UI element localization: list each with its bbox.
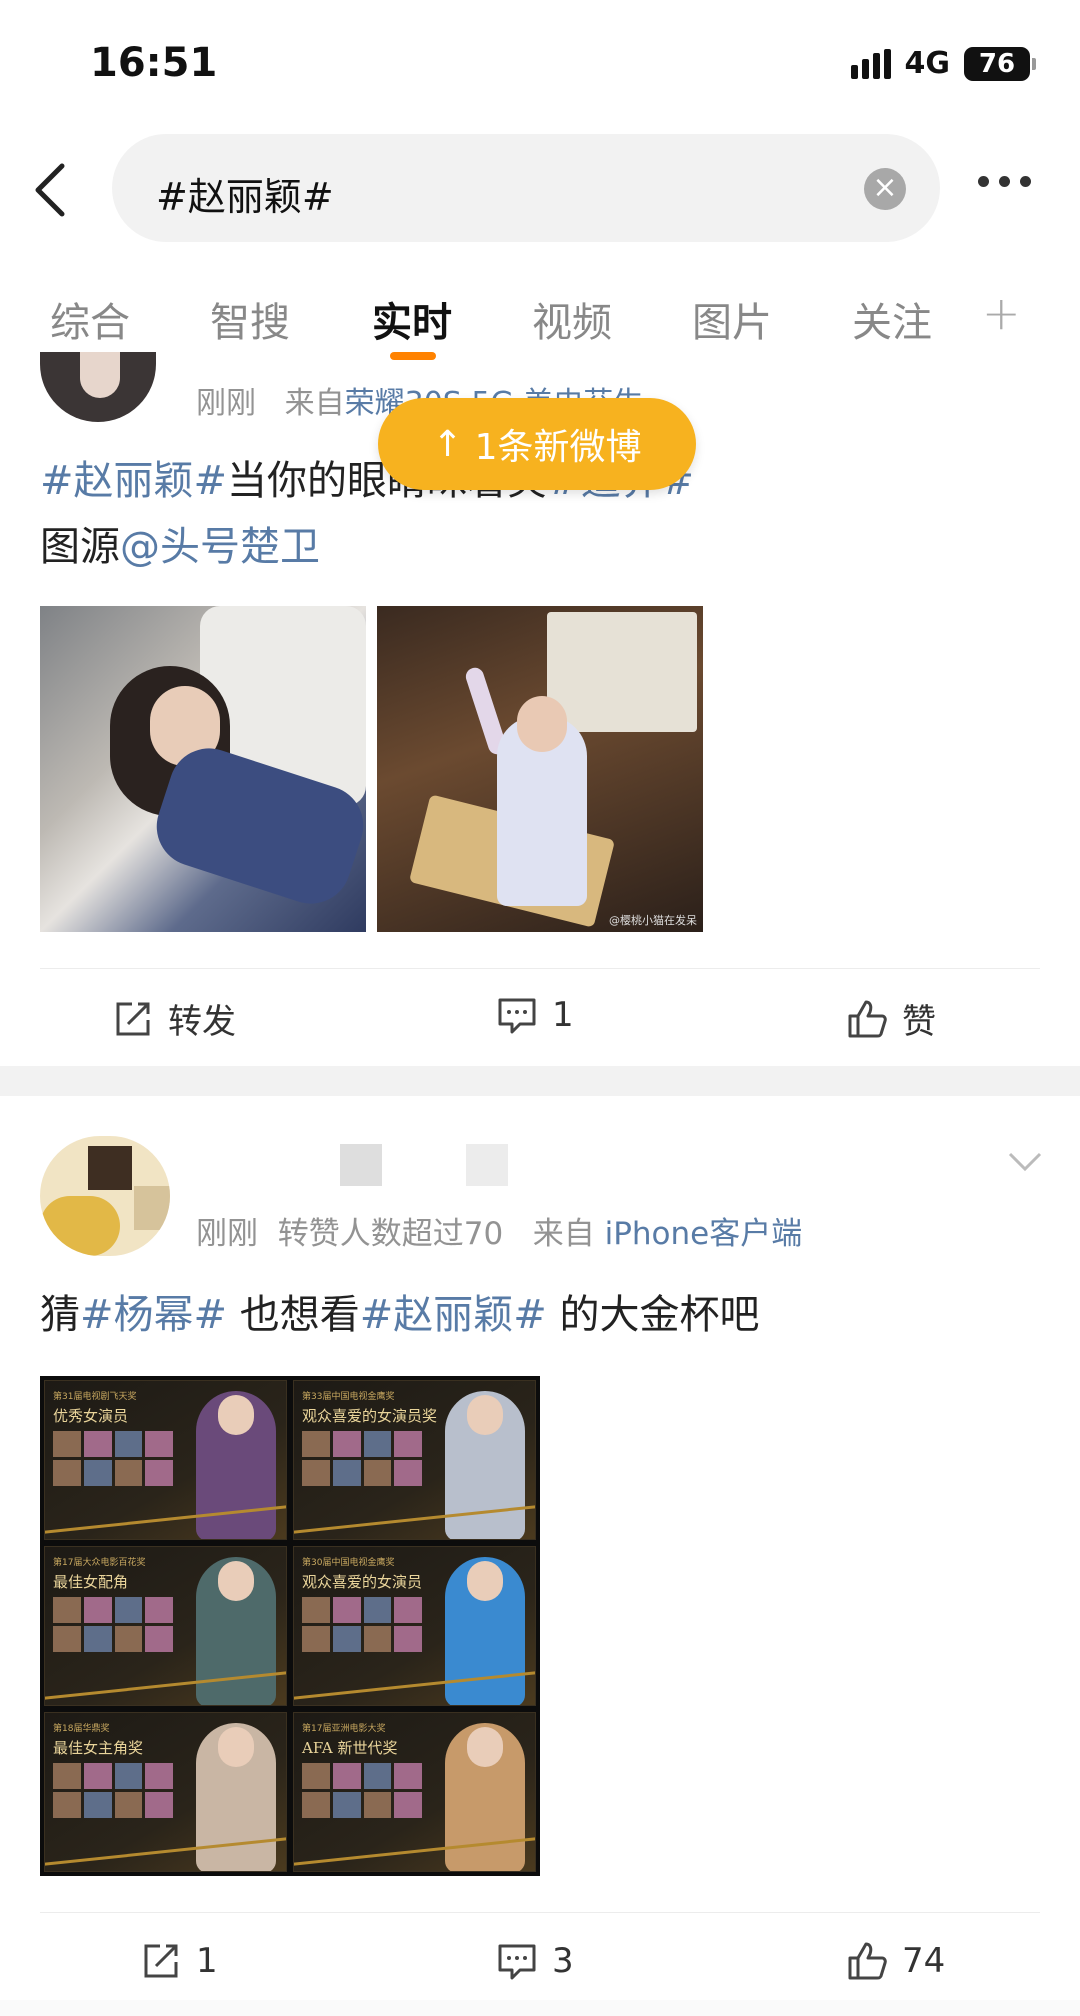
- chevron-down-icon[interactable]: [1008, 1152, 1042, 1172]
- source-prefix: 来自: [284, 386, 345, 421]
- status-time: 16:51: [90, 40, 218, 86]
- post-text-line2: 图源@头号楚卫: [40, 514, 320, 580]
- topic-link[interactable]: #杨幂#: [80, 1292, 227, 1338]
- post-image[interactable]: [40, 606, 366, 932]
- status-bar: 16:51 4G 76: [0, 0, 1080, 130]
- tab-bar: 综合 智搜 实时 视频 图片 关注 +: [0, 278, 1080, 360]
- like-button[interactable]: 赞: [846, 994, 936, 1043]
- award-name: 第17届大众电影百花奖: [53, 1558, 146, 1568]
- bottom-edge: [0, 2000, 1080, 2016]
- award-name: 第18届华鼎奖: [53, 1724, 110, 1734]
- divider: [40, 1912, 1040, 1913]
- post-body-text: 也想看: [227, 1292, 360, 1338]
- tab-images[interactable]: 图片: [692, 290, 772, 348]
- more-dot: [1020, 176, 1031, 187]
- award-panel: 第33届中国电视金鹰奖 观众喜爱的女演员奖: [293, 1380, 536, 1540]
- mention-link[interactable]: @头号楚卫: [120, 524, 320, 570]
- repost-icon: [144, 1944, 178, 1978]
- username-blurred: [466, 1144, 508, 1186]
- post-meta: 刚刚 转赞人数超过70 来自 iPhone客户端: [196, 1208, 802, 1253]
- award-panel: 第31届电视剧飞天奖 优秀女演员: [44, 1380, 287, 1540]
- image-source-label: 图源: [40, 524, 120, 570]
- network-type: 4G: [904, 46, 951, 81]
- comment-count: 3: [552, 1941, 574, 1981]
- post-actions: 1 3 74: [0, 1920, 1080, 2000]
- active-tab-indicator: [390, 352, 436, 360]
- battery-icon: 76: [964, 46, 1036, 81]
- award-title: 观众喜爱的女演员奖: [302, 1407, 438, 1425]
- award-title: 最佳女配角: [53, 1573, 129, 1591]
- source-prefix: 来自: [532, 1216, 595, 1252]
- arrow-up-icon: ↑: [432, 423, 463, 465]
- award-name: 第30届中国电视金鹰奖: [302, 1558, 395, 1568]
- tab-video[interactable]: 视频: [532, 290, 612, 348]
- status-indicators: 4G 76: [850, 46, 1036, 81]
- tab-comprehensive[interactable]: 综合: [50, 290, 130, 348]
- username-blurred[interactable]: [340, 1144, 382, 1186]
- back-button[interactable]: [28, 160, 78, 220]
- repost-count: 1: [196, 1941, 218, 1981]
- comment-icon: [498, 998, 536, 1034]
- thumbs-up-icon: [848, 1000, 887, 1037]
- avatar[interactable]: [40, 1136, 170, 1256]
- award-title: 最佳女主角奖: [53, 1739, 144, 1757]
- post-body-text: 猜: [40, 1292, 80, 1338]
- award-panel: 第18届华鼎奖 最佳女主角奖: [44, 1712, 287, 1872]
- post-source[interactable]: iPhone客户端: [605, 1216, 803, 1252]
- more-dot: [999, 176, 1010, 187]
- new-posts-label: 1条新微博: [474, 427, 642, 468]
- search-input[interactable]: #赵丽颖# ×: [112, 134, 940, 242]
- repost-button[interactable]: 转发: [112, 994, 236, 1043]
- post-text: 猜#杨幂# 也想看#赵丽颖# 的大金杯吧: [40, 1282, 760, 1348]
- new-posts-toast[interactable]: ↑ 1条新微博: [378, 398, 696, 490]
- like-count: 74: [902, 1941, 946, 1981]
- award-name: 第33届中国电视金鹰奖: [302, 1392, 395, 1402]
- award-panel: 第17届亚洲电影大奖 AFA 新世代奖: [293, 1712, 536, 1872]
- tab-realtime[interactable]: 实时: [372, 290, 452, 348]
- post-time: 刚刚: [196, 1216, 258, 1252]
- tab-following[interactable]: 关注: [852, 290, 932, 348]
- post-actions: 转发 1 赞: [0, 978, 1080, 1058]
- award-panel: 第30届中国电视金鹰奖 观众喜爱的女演员: [293, 1546, 536, 1706]
- signal-icon: [850, 48, 891, 79]
- thumbs-up-icon: [848, 1942, 887, 1980]
- chevron-left-icon: [35, 163, 65, 217]
- post-image-collage[interactable]: 第31届电视剧飞天奖 优秀女演员 第33届中国电视金鹰奖 观众喜爱的女演员奖 第…: [40, 1376, 540, 1876]
- like-button[interactable]: 74: [846, 1940, 945, 1982]
- likes-note: 转赞人数超过70: [277, 1216, 504, 1252]
- award-name: 第17届亚洲电影大奖: [302, 1724, 386, 1734]
- repost-button[interactable]: 1: [140, 1940, 218, 1982]
- close-icon: ×: [872, 170, 898, 205]
- award-title: AFA 新世代奖: [302, 1739, 398, 1757]
- image-watermark: @樱桃小猫在发呆: [609, 914, 697, 927]
- divider: [40, 968, 1040, 969]
- comment-icon: [498, 1944, 536, 1980]
- award-title: 优秀女演员: [53, 1407, 129, 1425]
- search-query: #赵丽颖#: [156, 175, 334, 219]
- clear-search-button[interactable]: ×: [864, 168, 906, 210]
- avatar[interactable]: [40, 352, 156, 422]
- award-name: 第31届电视剧飞天奖: [53, 1392, 137, 1402]
- more-dot: [978, 176, 989, 187]
- award-title: 观众喜爱的女演员: [302, 1573, 423, 1591]
- tab-smart-search[interactable]: 智搜: [210, 290, 290, 348]
- repost-label: 转发: [168, 1002, 236, 1042]
- like-label: 赞: [902, 1002, 936, 1042]
- post-body-text: 的大金杯吧: [546, 1292, 760, 1338]
- comment-count: 1: [552, 995, 574, 1035]
- comment-button[interactable]: 1: [496, 994, 574, 1036]
- topic-link[interactable]: #赵丽颖#: [360, 1292, 547, 1338]
- more-options-button[interactable]: [978, 176, 1031, 187]
- award-panel: 第17届大众电影百花奖 最佳女配角: [44, 1546, 287, 1706]
- comment-button[interactable]: 3: [496, 1940, 574, 1982]
- topic-link[interactable]: #赵丽颖#: [40, 458, 227, 504]
- section-separator: [0, 1066, 1080, 1096]
- repost-icon: [116, 1002, 150, 1035]
- post-time: 刚刚: [196, 386, 256, 421]
- add-tab-button[interactable]: +: [982, 286, 1021, 340]
- post-image[interactable]: @樱桃小猫在发呆: [377, 606, 703, 932]
